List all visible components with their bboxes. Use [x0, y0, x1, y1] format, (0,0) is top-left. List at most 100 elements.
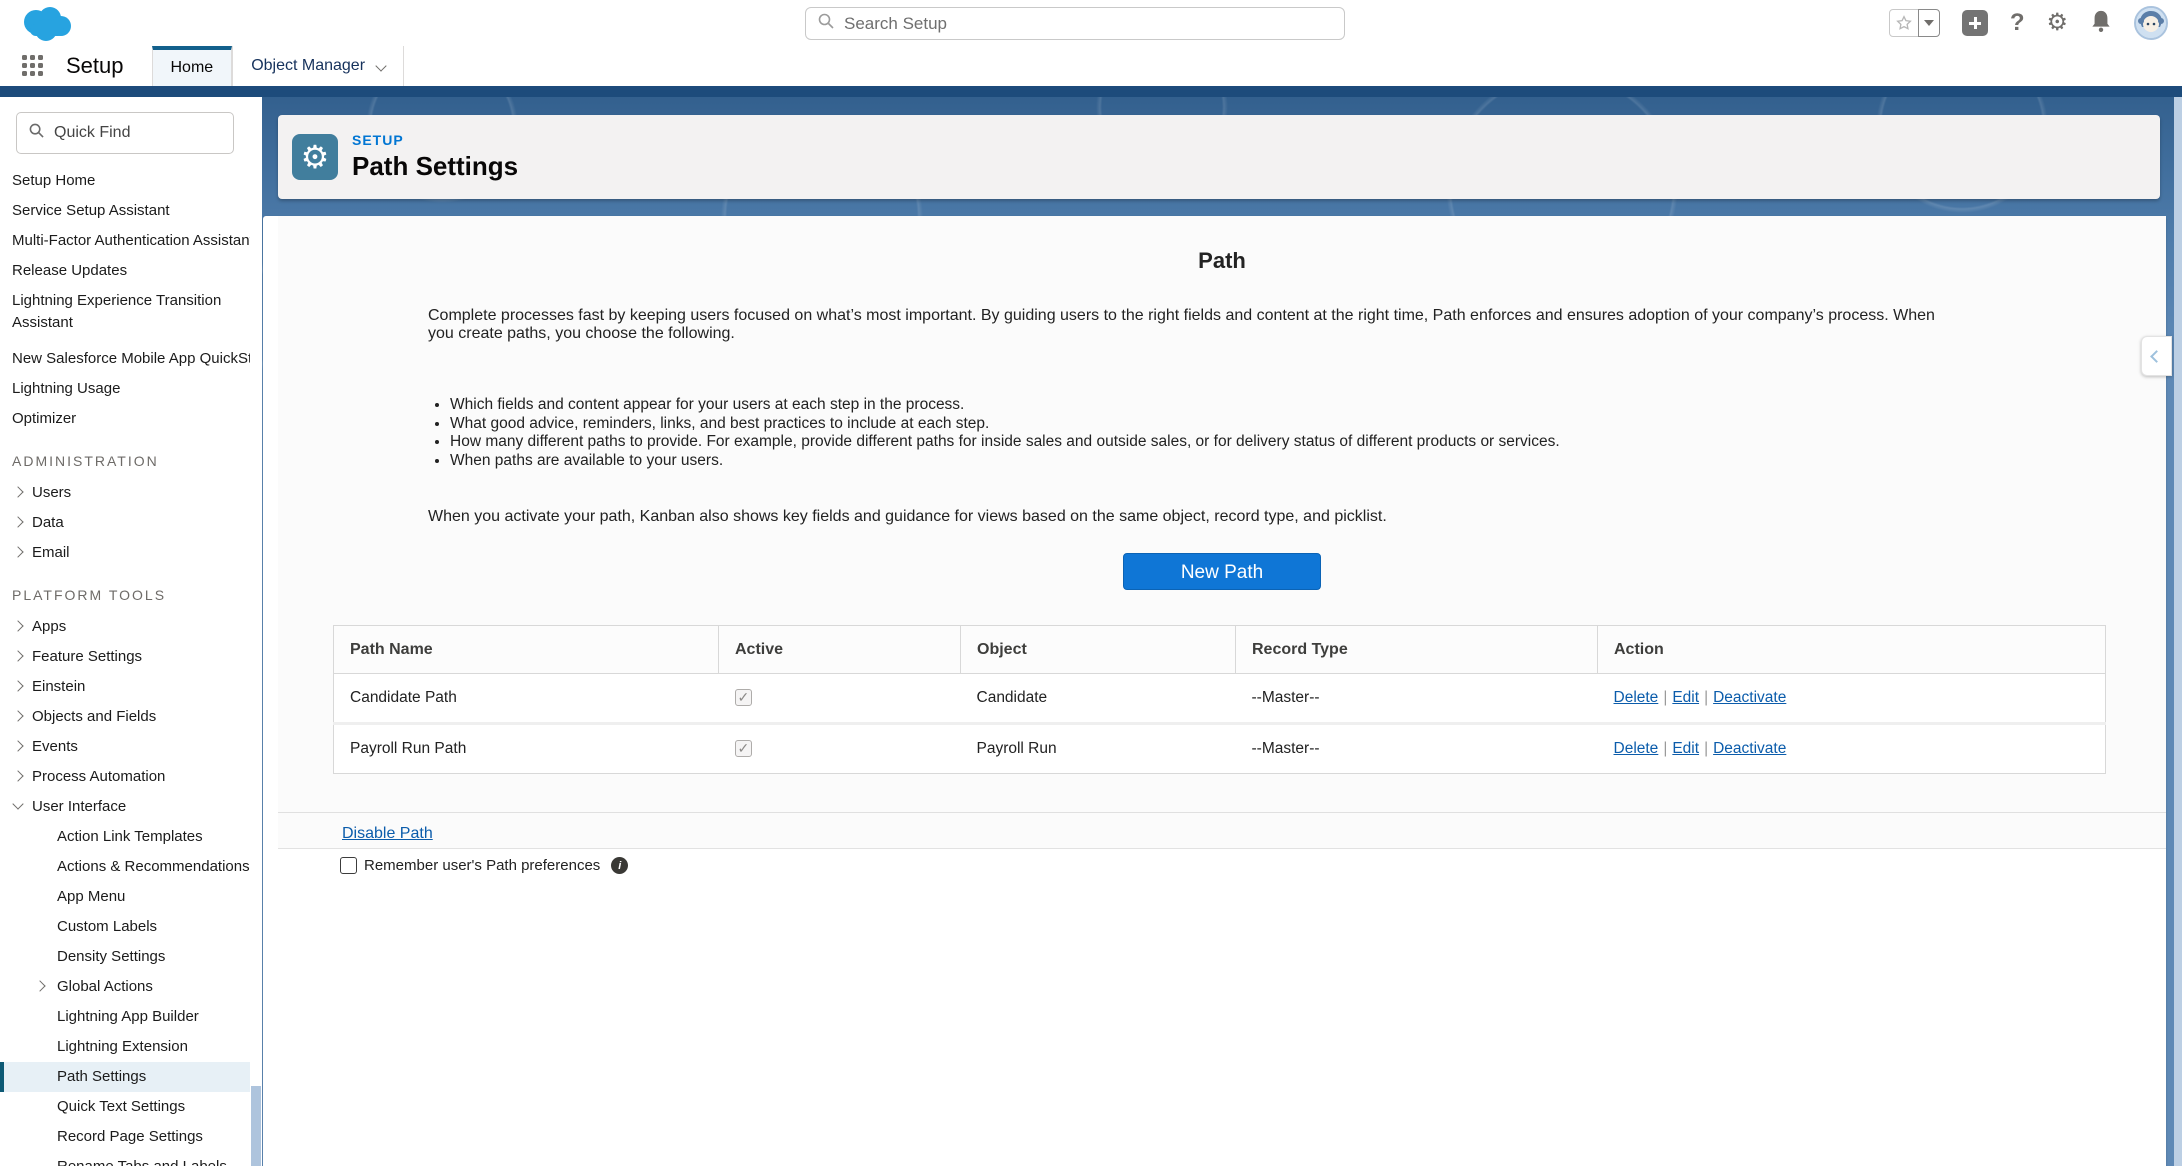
sidebar-item-optimizer[interactable]: Optimizer — [0, 404, 250, 434]
sidebar-item-multi-factor-authentication-assistant[interactable]: Multi-Factor Authentication Assistant — [0, 226, 250, 256]
sidebar-section-administration: ADMINISTRATION — [0, 434, 250, 478]
sidebar-item-release-updates[interactable]: Release Updates — [0, 256, 250, 286]
page-scrollbar[interactable] — [2174, 97, 2182, 1166]
sidebar-item-email[interactable]: Email — [0, 538, 250, 568]
sidebar-item-label: Custom Labels — [57, 918, 157, 935]
sidebar-item-feature-settings[interactable]: Feature Settings — [0, 642, 250, 672]
cell-actions: Delete|Edit|Deactivate — [1598, 724, 2106, 774]
favorites-star-button[interactable] — [1889, 9, 1919, 37]
disable-path-link[interactable]: Disable Path — [342, 825, 433, 842]
setup-sidebar: Setup HomeService Setup AssistantMulti-F… — [0, 97, 250, 1166]
global-search[interactable] — [805, 7, 1345, 40]
sidebar-item-events[interactable]: Events — [0, 732, 250, 762]
sidebar-item-label: Action Link Templates — [57, 828, 203, 845]
column-header-action: Action — [1598, 626, 2106, 674]
info-icon[interactable]: i — [611, 857, 628, 874]
delete-link[interactable]: Delete — [1614, 689, 1659, 706]
sidebar-item-actions-recommendations[interactable]: Actions & Recommendations — [0, 852, 250, 882]
avatar[interactable] — [2134, 6, 2168, 40]
chevron-left-icon — [2150, 350, 2163, 363]
sidebar-item-app-menu[interactable]: App Menu — [0, 882, 250, 912]
sidebar-item-label: Global Actions — [57, 978, 153, 995]
feature-bullet: What good advice, reminders, links, and … — [450, 415, 1951, 434]
quick-find-box[interactable] — [16, 112, 234, 154]
edit-link[interactable]: Edit — [1672, 689, 1699, 706]
search-icon — [818, 13, 834, 34]
tab-home[interactable]: Home — [152, 46, 233, 86]
favorites-control — [1889, 9, 1940, 37]
main-canvas: ⚙ SETUP Path Settings Path Complete proc… — [262, 97, 2174, 1166]
sidebar-item-label: Path Settings — [57, 1068, 146, 1085]
sidebar-item-service-setup-assistant[interactable]: Service Setup Assistant — [0, 196, 250, 226]
chevron-down-icon — [12, 798, 23, 809]
cell-active — [719, 674, 961, 724]
sidebar-item-custom-labels[interactable]: Custom Labels — [0, 912, 250, 942]
add-icon[interactable] — [1962, 10, 1988, 36]
action-separator: | — [1658, 740, 1672, 757]
sidebar-item-lightning-app-builder[interactable]: Lightning App Builder — [0, 1002, 250, 1032]
sidebar-item-label: Email — [32, 544, 70, 561]
sidebar-item-setup-home[interactable]: Setup Home — [0, 166, 250, 196]
sidebar-item-objects-and-fields[interactable]: Objects and Fields — [0, 702, 250, 732]
section-title: Path — [278, 216, 2166, 274]
chevron-right-icon — [12, 486, 23, 497]
caret-down-icon — [1924, 20, 1934, 26]
quick-find-search-icon — [29, 123, 44, 143]
notifications-bell-icon[interactable] — [2090, 9, 2112, 38]
app-launcher-icon[interactable] — [22, 55, 44, 77]
active-checkbox[interactable] — [735, 740, 752, 757]
sidebar-item-action-link-templates[interactable]: Action Link Templates — [0, 822, 250, 852]
sidebar-item-label: Einstein — [32, 678, 85, 695]
deactivate-link[interactable]: Deactivate — [1713, 689, 1786, 706]
global-header: ? ⚙ — [0, 0, 2182, 46]
table-row: Candidate PathCandidate--Master--Delete|… — [334, 674, 2106, 724]
action-separator: | — [1699, 740, 1713, 757]
sidebar-item-quick-text-settings[interactable]: Quick Text Settings — [0, 1092, 250, 1122]
sidebar-item-label: Objects and Fields — [32, 708, 156, 725]
page-title: Path Settings — [352, 151, 518, 182]
chevron-right-icon — [12, 620, 23, 631]
chevron-down-icon — [377, 57, 385, 75]
sidebar-item-density-settings[interactable]: Density Settings — [0, 942, 250, 972]
page-header-card: ⚙ SETUP Path Settings — [278, 115, 2160, 199]
deactivate-link[interactable]: Deactivate — [1713, 740, 1786, 757]
search-input[interactable] — [844, 14, 1344, 34]
sidebar-item-new-salesforce-mobile-app-quickstart[interactable]: New Salesforce Mobile App QuickStart — [0, 344, 250, 374]
active-checkbox[interactable] — [735, 689, 752, 706]
sidebar-item-path-settings[interactable]: Path Settings — [0, 1062, 250, 1092]
sidebar-item-users[interactable]: Users — [0, 478, 250, 508]
paths-table: Path NameActiveObjectRecord TypeAction C… — [333, 625, 2106, 774]
edit-link[interactable]: Edit — [1672, 740, 1699, 757]
favorites-dropdown-button[interactable] — [1918, 9, 1940, 37]
kanban-note: When you activate your path, Kanban also… — [428, 508, 1951, 526]
collapse-panel-button[interactable] — [2141, 336, 2172, 376]
sidebar-item-record-page-settings[interactable]: Record Page Settings — [0, 1122, 250, 1152]
action-separator: | — [1699, 689, 1713, 706]
remember-preferences-checkbox[interactable] — [340, 857, 357, 874]
new-path-button[interactable]: New Path — [1123, 553, 1321, 590]
settings-gear-icon[interactable]: ⚙ — [2046, 11, 2068, 35]
sidebar-item-data[interactable]: Data — [0, 508, 250, 538]
sidebar-item-process-automation[interactable]: Process Automation — [0, 762, 250, 792]
sidebar-item-rename-tabs-and-labels[interactable]: Rename Tabs and Labels — [0, 1152, 250, 1166]
sidebar-item-lightning-extension[interactable]: Lightning Extension — [0, 1032, 250, 1062]
sidebar-item-global-actions[interactable]: Global Actions — [0, 972, 250, 1002]
sidebar-item-lightning-experience-transition-assistant[interactable]: Lightning Experience Transition Assistan… — [0, 286, 250, 344]
help-icon[interactable]: ? — [2010, 9, 2025, 37]
sidebar-item-user-interface[interactable]: User Interface — [0, 792, 250, 822]
sidebar-scrollbar[interactable] — [250, 97, 262, 1166]
sidebar-item-label: Apps — [32, 618, 66, 635]
cell-actions: Delete|Edit|Deactivate — [1598, 674, 2106, 724]
feature-bullet: When paths are available to your users. — [450, 452, 1951, 471]
cell-path-name: Candidate Path — [334, 674, 719, 724]
sidebar-item-lightning-usage[interactable]: Lightning Usage — [0, 374, 250, 404]
sidebar-item-einstein[interactable]: Einstein — [0, 672, 250, 702]
delete-link[interactable]: Delete — [1614, 740, 1659, 757]
tab-object-manager[interactable]: Object Manager — [232, 46, 404, 86]
sidebar-item-apps[interactable]: Apps — [0, 612, 250, 642]
sidebar-item-label: Lightning App Builder — [57, 1008, 199, 1025]
column-header-object: Object — [961, 626, 1236, 674]
quick-find-input[interactable] — [54, 124, 204, 142]
chevron-right-icon — [12, 770, 23, 781]
feature-bullet-list: Which fields and content appear for your… — [450, 396, 1951, 470]
